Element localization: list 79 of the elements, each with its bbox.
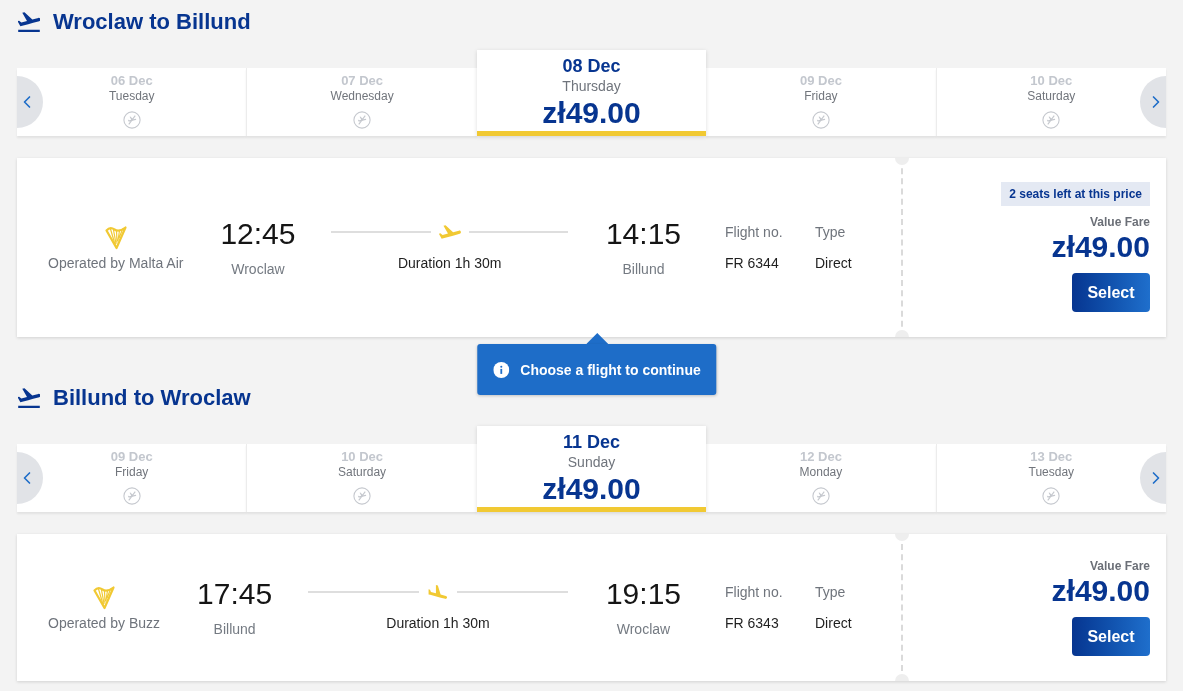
info-icon: [493, 361, 510, 378]
departure-time: 17:45: [197, 577, 273, 611]
weekday-label: Friday: [804, 89, 838, 104]
date-label: 09 Dec: [110, 449, 153, 465]
no-flights-icon: [811, 111, 830, 129]
date-option[interactable]: 10 Dec Saturday: [246, 444, 477, 512]
flight-price: zł49.00: [1051, 230, 1150, 264]
arrival-city: Wroclaw: [616, 620, 671, 638]
date-option[interactable]: 09 Dec Friday: [706, 68, 936, 136]
fare-price: zł49.00: [542, 97, 641, 129]
weekday-label: Friday: [115, 465, 149, 480]
operator-label: Operated by Buzz: [48, 613, 161, 632]
fare-type-label: Value Fare: [1089, 214, 1150, 230]
select-button[interactable]: Select: [1072, 617, 1150, 656]
arrival-time: 19:15: [605, 577, 681, 611]
departure-city: Wroclaw: [231, 260, 285, 278]
date-label: 12 Dec: [799, 449, 842, 465]
date-label: 06 Dec: [110, 73, 153, 89]
date-option[interactable]: 07 Dec Wednesday: [246, 68, 477, 136]
harp-logo-icon: [103, 223, 128, 250]
seats-left-badge: 2 seats left at this price: [1001, 182, 1150, 206]
type-label: Type: [815, 223, 846, 241]
flight-number: FR 6344: [725, 254, 779, 272]
date-option[interactable]: 08 Dec Thursday zł49.00: [476, 50, 707, 136]
harp-logo-icon: [92, 583, 117, 610]
duration-label: Duration 1h 30m: [386, 613, 490, 632]
weekday-label: Wednesday: [330, 89, 394, 104]
fare-price: zł49.00: [542, 473, 641, 505]
date-option[interactable]: 10 Dec Saturday: [935, 68, 1167, 136]
ticket-notch-icon: [895, 674, 909, 681]
weekday-label: Saturday: [1027, 89, 1076, 104]
flight-type: Direct: [815, 614, 852, 632]
arrival-city: Billund: [622, 260, 665, 278]
arrival-time: 14:15: [605, 217, 681, 251]
flight-number: FR 6343: [725, 614, 779, 632]
no-flights-icon: [353, 487, 372, 505]
plane-takeoff-icon: [18, 388, 40, 408]
no-flights-icon: [122, 487, 141, 505]
plane-icon: [427, 584, 450, 599]
tooltip-text: Choose a flight to continue: [520, 360, 701, 379]
route-title: Billund to Wroclaw: [53, 384, 251, 412]
date-option[interactable]: 09 Dec Friday: [17, 444, 247, 512]
no-flights-icon: [353, 111, 372, 129]
no-flights-icon: [122, 111, 141, 129]
type-label: Type: [815, 583, 846, 601]
weekday-label: Tuesday: [1028, 465, 1075, 480]
date-label: 10 Dec: [341, 449, 384, 465]
weekday-label: Monday: [799, 465, 843, 480]
flight-number-label: Flight no.: [725, 223, 783, 241]
no-flights-icon: [1042, 487, 1061, 505]
no-flights-icon: [1042, 111, 1061, 129]
date-label: 13 Dec: [1030, 449, 1073, 465]
date-label: 10 Dec: [1030, 73, 1073, 89]
weekday-label: Saturday: [338, 465, 387, 480]
date-label: 07 Dec: [341, 73, 384, 89]
select-button[interactable]: Select: [1072, 273, 1150, 312]
date-label: 08 Dec: [562, 55, 621, 77]
ticket-notch-icon: [895, 330, 909, 337]
plane-takeoff-icon: [18, 12, 40, 32]
date-label: 09 Dec: [799, 73, 842, 89]
route-title: Wroclaw to Billund: [53, 8, 251, 36]
date-option[interactable]: 11 Dec Sunday zł49.00: [476, 426, 707, 512]
departure-time: 12:45: [220, 217, 296, 251]
weekday-label: Sunday: [567, 453, 616, 471]
operator-label: Operated by Malta Air: [48, 253, 184, 272]
date-label: 11 Dec: [563, 431, 621, 453]
date-option[interactable]: 06 Dec Tuesday: [17, 68, 247, 136]
flight-price: zł49.00: [1051, 574, 1150, 608]
duration-label: Duration 1h 30m: [397, 253, 502, 272]
departure-city: Billund: [213, 620, 256, 638]
date-option[interactable]: 12 Dec Monday: [706, 444, 936, 512]
weekday-label: Thursday: [562, 77, 621, 95]
weekday-label: Tuesday: [108, 89, 155, 104]
date-option[interactable]: 13 Dec Tuesday: [935, 444, 1167, 512]
flight-number-label: Flight no.: [725, 583, 783, 601]
fare-type-label: Value Fare: [1089, 558, 1150, 574]
plane-icon: [438, 224, 461, 239]
no-flights-icon: [811, 487, 830, 505]
flight-type: Direct: [815, 254, 852, 272]
